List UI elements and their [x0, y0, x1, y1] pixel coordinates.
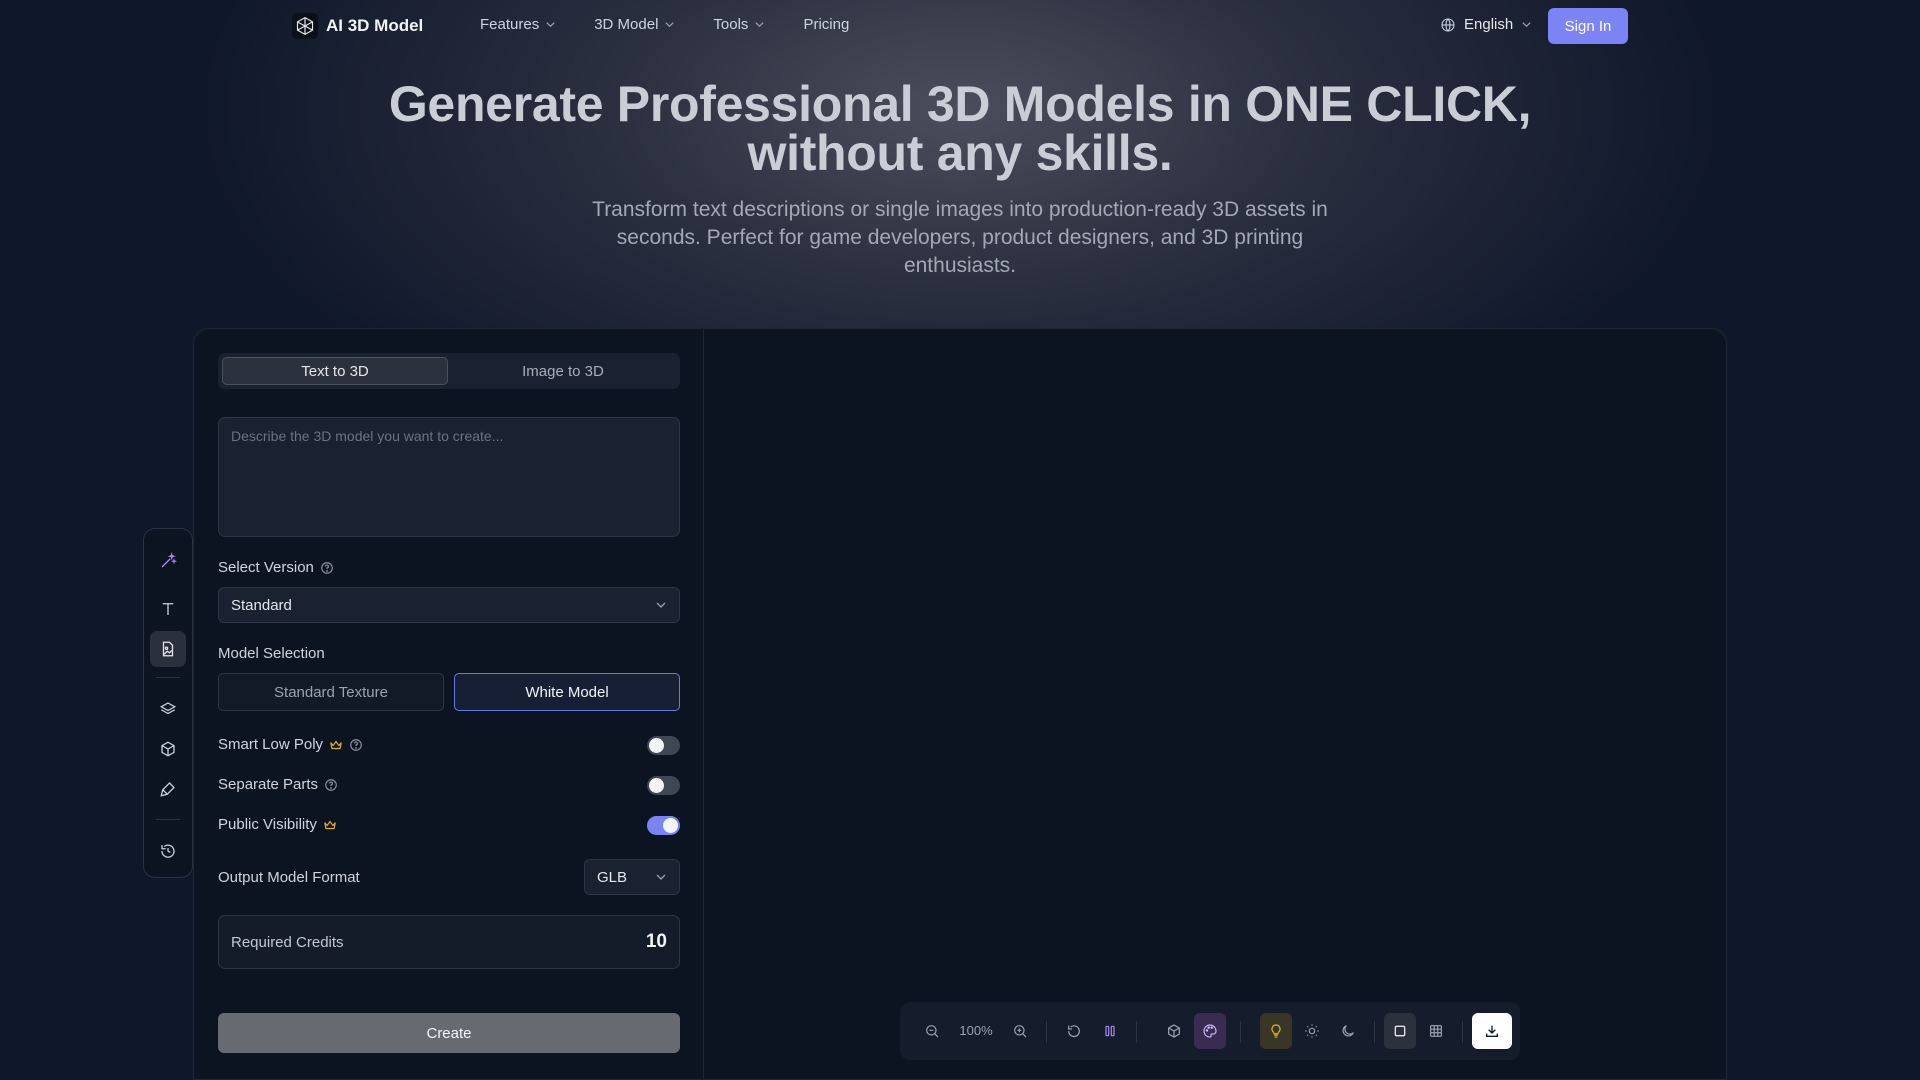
nav-link-pricing[interactable]: Pricing	[803, 16, 849, 33]
palette-icon[interactable]	[1194, 1013, 1226, 1049]
smart-low-poly-toggle[interactable]	[647, 736, 680, 755]
tab-text-to-3d[interactable]: Text to 3D	[222, 357, 448, 385]
nav-link-tools[interactable]: Tools	[713, 16, 765, 33]
magic-wand-icon[interactable]	[150, 543, 186, 579]
cube-icon[interactable]	[150, 731, 186, 767]
version-label-text: Select Version	[218, 559, 314, 576]
top-navbar: AI 3D Model Features 3D Model Tools Pric…	[0, 0, 1920, 52]
output-format-label: Output Model Format	[218, 869, 360, 886]
toolbar-divider	[1240, 1021, 1241, 1043]
square-frame-icon[interactable]	[1384, 1013, 1416, 1049]
toggle-knob	[649, 778, 664, 793]
option-white-model[interactable]: White Model	[454, 673, 680, 711]
help-circle-icon[interactable]	[324, 778, 338, 792]
brand-hexagon-icon	[292, 13, 318, 39]
output-format-value: GLB	[597, 868, 628, 886]
credits-label: Required Credits	[231, 933, 344, 951]
hero-subtitle: Transform text descriptions or single im…	[592, 198, 1328, 277]
mode-tabs: Text to 3D Image to 3D	[218, 353, 680, 389]
nav-link-label: Tools	[713, 16, 749, 33]
required-credits-box: Required Credits 10	[218, 915, 680, 969]
help-circle-icon[interactable]	[349, 738, 363, 752]
rail-divider	[156, 819, 180, 820]
grid-icon[interactable]	[1420, 1013, 1452, 1049]
chevron-down-icon	[546, 22, 555, 28]
toolbar-divider	[1136, 1021, 1137, 1043]
brand-logo-link[interactable]: AI 3D Model	[292, 13, 423, 39]
toggle-knob	[663, 818, 678, 833]
cube-view-icon[interactable]	[1158, 1013, 1190, 1049]
sign-in-button[interactable]: Sign In	[1548, 8, 1628, 44]
chevron-down-icon	[755, 22, 765, 28]
hero-title: Generate Professional 3D Models in ONE C…	[360, 79, 1560, 181]
help-circle-icon[interactable]	[320, 561, 334, 575]
credits-value: 10	[645, 931, 667, 952]
prompt-input[interactable]	[218, 417, 680, 537]
nav-link-features[interactable]: Features	[480, 16, 556, 33]
version-label: Select Version	[218, 559, 334, 576]
tool-rail	[143, 528, 193, 878]
zoom-level: 100%	[959, 1023, 993, 1038]
model-viewer-canvas[interactable]	[704, 329, 1726, 1079]
globe-icon	[1441, 17, 1455, 32]
hero-title-line-2: without any skills.	[747, 125, 1173, 181]
output-format-select[interactable]: GLB	[584, 859, 680, 895]
crown-icon	[324, 819, 336, 829]
option-standard-texture[interactable]: Standard Texture	[218, 673, 444, 711]
chevron-down-icon	[665, 22, 674, 28]
crown-icon	[330, 739, 342, 749]
lightbulb-icon[interactable]	[1260, 1013, 1292, 1049]
image-file-icon[interactable]	[150, 631, 186, 667]
separate-parts-toggle[interactable]	[647, 776, 680, 795]
rail-divider	[156, 677, 180, 678]
nav-link-label: Pricing	[803, 16, 850, 33]
smart-low-poly-label: Smart Low Poly	[218, 736, 363, 753]
moon-icon[interactable]	[1332, 1013, 1364, 1049]
nav-link-3d-model[interactable]: 3D Model	[594, 16, 675, 33]
tab-image-to-3d[interactable]: Image to 3D	[450, 357, 676, 385]
zoom-in-icon[interactable]	[1004, 1013, 1036, 1049]
sun-icon[interactable]	[1296, 1013, 1328, 1049]
create-button[interactable]: Create	[218, 1013, 680, 1053]
model-selection-label: Model Selection	[218, 645, 325, 662]
toolbar-divider	[1462, 1021, 1463, 1043]
settings-panel: Text to 3D Image to 3D Select Version St…	[194, 329, 704, 1079]
nav-link-label: 3D Model	[594, 16, 659, 33]
toolbar-divider	[1046, 1021, 1047, 1043]
nav-link-label: Features	[480, 16, 540, 33]
chevron-down-icon	[656, 602, 666, 608]
chevron-down-icon	[1522, 22, 1531, 28]
language-selector[interactable]: English	[1440, 16, 1532, 33]
toggle-label-text: Separate Parts	[218, 776, 319, 793]
language-label: English	[1464, 16, 1514, 33]
toggle-label-text: Smart Low Poly	[218, 736, 324, 753]
hero-title-line-1: Generate Professional 3D Models in ONE C…	[388, 76, 1532, 132]
download-icon[interactable]	[1472, 1013, 1512, 1049]
reset-rotation-icon[interactable]	[1058, 1013, 1090, 1049]
text-tool-icon[interactable]	[150, 591, 186, 627]
generator-card: Text to 3D Image to 3D Select Version St…	[193, 328, 1727, 1080]
version-select[interactable]: Standard	[218, 587, 680, 623]
pause-rotation-icon[interactable]	[1094, 1013, 1126, 1049]
toolbar-divider	[1374, 1021, 1375, 1043]
nav-links: Features 3D Model Tools Pricing	[480, 16, 887, 33]
viewer-toolbar: 100%	[900, 1002, 1520, 1060]
page-root: AI 3D Model Features 3D Model Tools Pric…	[0, 0, 1920, 1080]
layers-icon[interactable]	[150, 691, 186, 727]
toggle-label-text: Public Visibility	[218, 816, 317, 833]
separate-parts-label: Separate Parts	[218, 776, 338, 793]
chevron-down-icon	[656, 874, 666, 880]
paint-brush-icon[interactable]	[150, 771, 186, 807]
history-icon[interactable]	[150, 833, 186, 869]
brand-name: AI 3D Model	[326, 16, 424, 35]
public-visibility-toggle[interactable]	[647, 816, 680, 835]
toggle-knob	[649, 738, 664, 753]
version-value: Standard	[231, 596, 292, 614]
public-visibility-label: Public Visibility	[218, 816, 337, 833]
zoom-out-icon[interactable]	[916, 1013, 948, 1049]
